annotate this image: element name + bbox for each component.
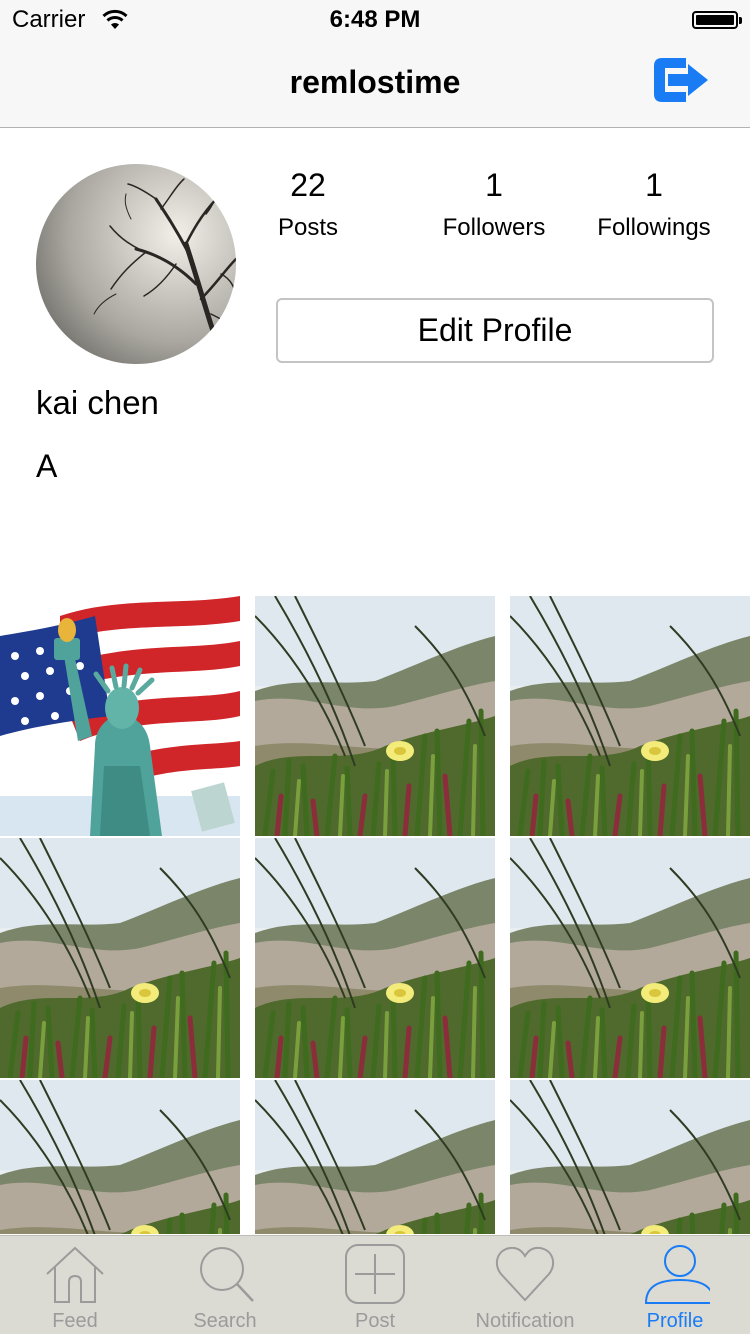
page-title: remlostime (289, 64, 461, 100)
tab-notification[interactable]: Notification (450, 1236, 600, 1334)
flower-dune-image (255, 838, 495, 1078)
status-bar: Carrier 6:48 PM (0, 0, 750, 40)
full-name: kai chen (36, 384, 159, 421)
clock: 6:48 PM (329, 6, 421, 33)
followings-count: 1 (645, 167, 663, 203)
tab-bar: Feed Search Post Notification Profile (0, 1235, 750, 1334)
bio: A (36, 448, 58, 484)
home-icon (46, 1246, 104, 1303)
navigation-bar: remlostime (0, 40, 750, 128)
flower-dune-image (510, 838, 750, 1078)
tab-profile[interactable]: Profile (600, 1236, 750, 1334)
battery-icon (692, 11, 742, 29)
flower-dune-image (510, 596, 750, 836)
post-thumbnail[interactable] (510, 1080, 750, 1234)
avatar (36, 164, 236, 364)
tab-search-label: Search (193, 1310, 257, 1332)
followers-stat[interactable]: 1 Followers (438, 166, 550, 242)
flower-dune-image (510, 1080, 750, 1234)
post-thumbnail[interactable] (0, 1080, 240, 1234)
tab-post-label: Post (354, 1310, 396, 1332)
tab-profile-label: Profile (646, 1310, 704, 1332)
flower-dune-image (0, 838, 240, 1078)
post-thumbnail[interactable] (255, 596, 495, 836)
post-thumbnail[interactable] (255, 838, 495, 1078)
followings-label: Followings (597, 214, 711, 241)
followers-label: Followers (442, 214, 546, 241)
tab-notification-label: Notification (475, 1310, 575, 1332)
post-thumbnail[interactable] (255, 1080, 495, 1234)
plus-square-icon (345, 1244, 405, 1304)
tab-search[interactable]: Search (150, 1236, 300, 1334)
post-thumbnail[interactable] (510, 596, 750, 836)
post-thumbnail[interactable] (510, 838, 750, 1078)
posts-stat: 22 Posts (260, 166, 356, 242)
post-thumbnail[interactable] (0, 838, 240, 1078)
logout-arrow-icon[interactable] (648, 48, 710, 112)
tab-post[interactable]: Post (300, 1236, 450, 1334)
person-icon (644, 1245, 710, 1304)
post-thumbnail[interactable] (0, 596, 240, 836)
flower-dune-image (255, 596, 495, 836)
flower-dune-image (0, 1080, 240, 1234)
followings-stat[interactable]: 1 Followings (590, 166, 718, 242)
posts-count: 22 (290, 167, 326, 203)
statue-of-liberty-image (0, 596, 240, 836)
posts-label: Posts (277, 214, 339, 241)
tab-feed-label: Feed (52, 1310, 98, 1332)
tab-feed[interactable]: Feed (0, 1236, 150, 1334)
posts-grid (0, 596, 750, 1234)
search-icon (200, 1247, 254, 1302)
flower-dune-image (255, 1080, 495, 1234)
edit-profile-button[interactable]: Edit Profile (276, 298, 714, 363)
heart-icon (495, 1246, 555, 1302)
followers-count: 1 (485, 167, 503, 203)
